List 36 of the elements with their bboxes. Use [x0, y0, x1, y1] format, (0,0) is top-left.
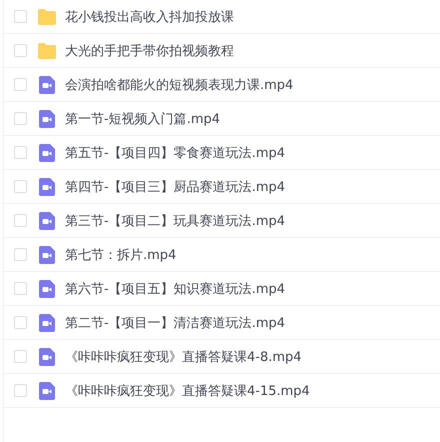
checkbox[interactable]: [14, 78, 27, 91]
checkbox[interactable]: [14, 112, 27, 125]
folder-icon: [38, 42, 56, 58]
video-file-icon: [39, 144, 55, 162]
file-name[interactable]: 第七节：拆片.mp4: [65, 246, 176, 264]
video-file-icon: [39, 246, 55, 264]
folder-name[interactable]: 大光的手把手带你拍视频教程: [65, 42, 234, 60]
file-name[interactable]: 第五节-【项目四】零食赛道玩法.mp4: [65, 144, 286, 162]
video-file-icon: [39, 280, 55, 298]
checkbox[interactable]: [14, 146, 27, 159]
checkbox[interactable]: [14, 180, 27, 193]
video-file-icon: [39, 212, 55, 230]
checkbox[interactable]: [14, 282, 27, 295]
video-file-icon: [39, 382, 55, 400]
video-file-icon: [39, 348, 55, 366]
folder-icon: [38, 8, 56, 24]
file-name[interactable]: 第二节-【项目一】清洁赛道玩法.mp4: [65, 314, 286, 332]
checkbox[interactable]: [14, 350, 27, 363]
file-name[interactable]: 第三节-【项目二】玩具赛道玩法.mp4: [65, 212, 286, 230]
checkbox[interactable]: [14, 384, 27, 397]
checkbox[interactable]: [14, 214, 27, 227]
folder-name[interactable]: 花小钱投出高收入抖加投放课: [65, 8, 234, 26]
file-name[interactable]: 会演拍啥都能火的短视频表现力课.mp4: [65, 76, 294, 94]
checkbox[interactable]: [14, 10, 27, 23]
file-name[interactable]: 《咔咔咔疯狂变现》直播答疑课4-8.mp4: [65, 348, 302, 366]
file-name[interactable]: 《咔咔咔疯狂变现》直播答疑课4-15.mp4: [65, 382, 310, 400]
file-name[interactable]: 第四节-【项目三】厨品赛道玩法.mp4: [65, 178, 286, 196]
file-name[interactable]: 第一节-短视频入门篇.mp4: [65, 110, 220, 128]
checkbox[interactable]: [14, 44, 27, 57]
file-name[interactable]: 第六节-【项目五】知识赛道玩法.mp4: [65, 280, 286, 298]
video-file-icon: [39, 76, 55, 94]
checkbox[interactable]: [14, 248, 27, 261]
checkbox[interactable]: [14, 316, 27, 329]
video-file-icon: [39, 314, 55, 332]
video-file-icon: [39, 110, 55, 128]
video-file-icon: [39, 178, 55, 196]
